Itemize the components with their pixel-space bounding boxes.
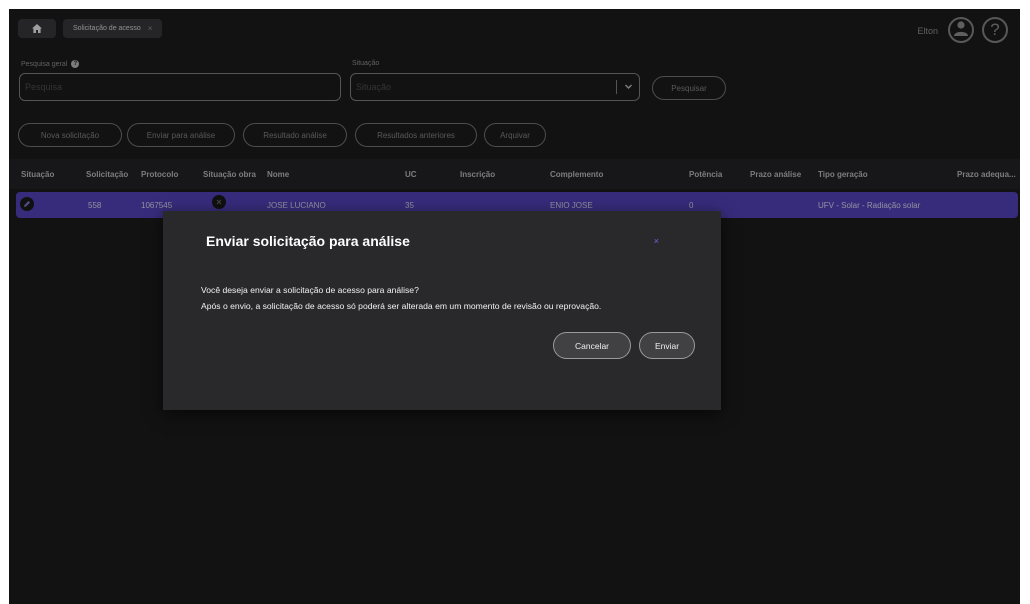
send-button[interactable]: Enviar bbox=[639, 332, 695, 359]
cancel-button[interactable]: Cancelar bbox=[553, 332, 631, 359]
dialog-title: Enviar solicitação para análise bbox=[206, 233, 410, 249]
send-button-label: Enviar bbox=[654, 340, 680, 351]
cancel-button-label: Cancelar bbox=[574, 340, 610, 351]
confirm-dialog: Enviar solicitação para análise × Você d… bbox=[163, 211, 721, 410]
app-window: Solicitação de acesso × Elton ? Pesquisa… bbox=[9, 9, 1020, 604]
dialog-message-line2: Após o envio, a solicitação de acesso só… bbox=[201, 301, 602, 311]
dialog-message-line1: Você deseja enviar a solicitação de aces… bbox=[201, 285, 419, 295]
close-icon[interactable]: × bbox=[654, 236, 659, 246]
